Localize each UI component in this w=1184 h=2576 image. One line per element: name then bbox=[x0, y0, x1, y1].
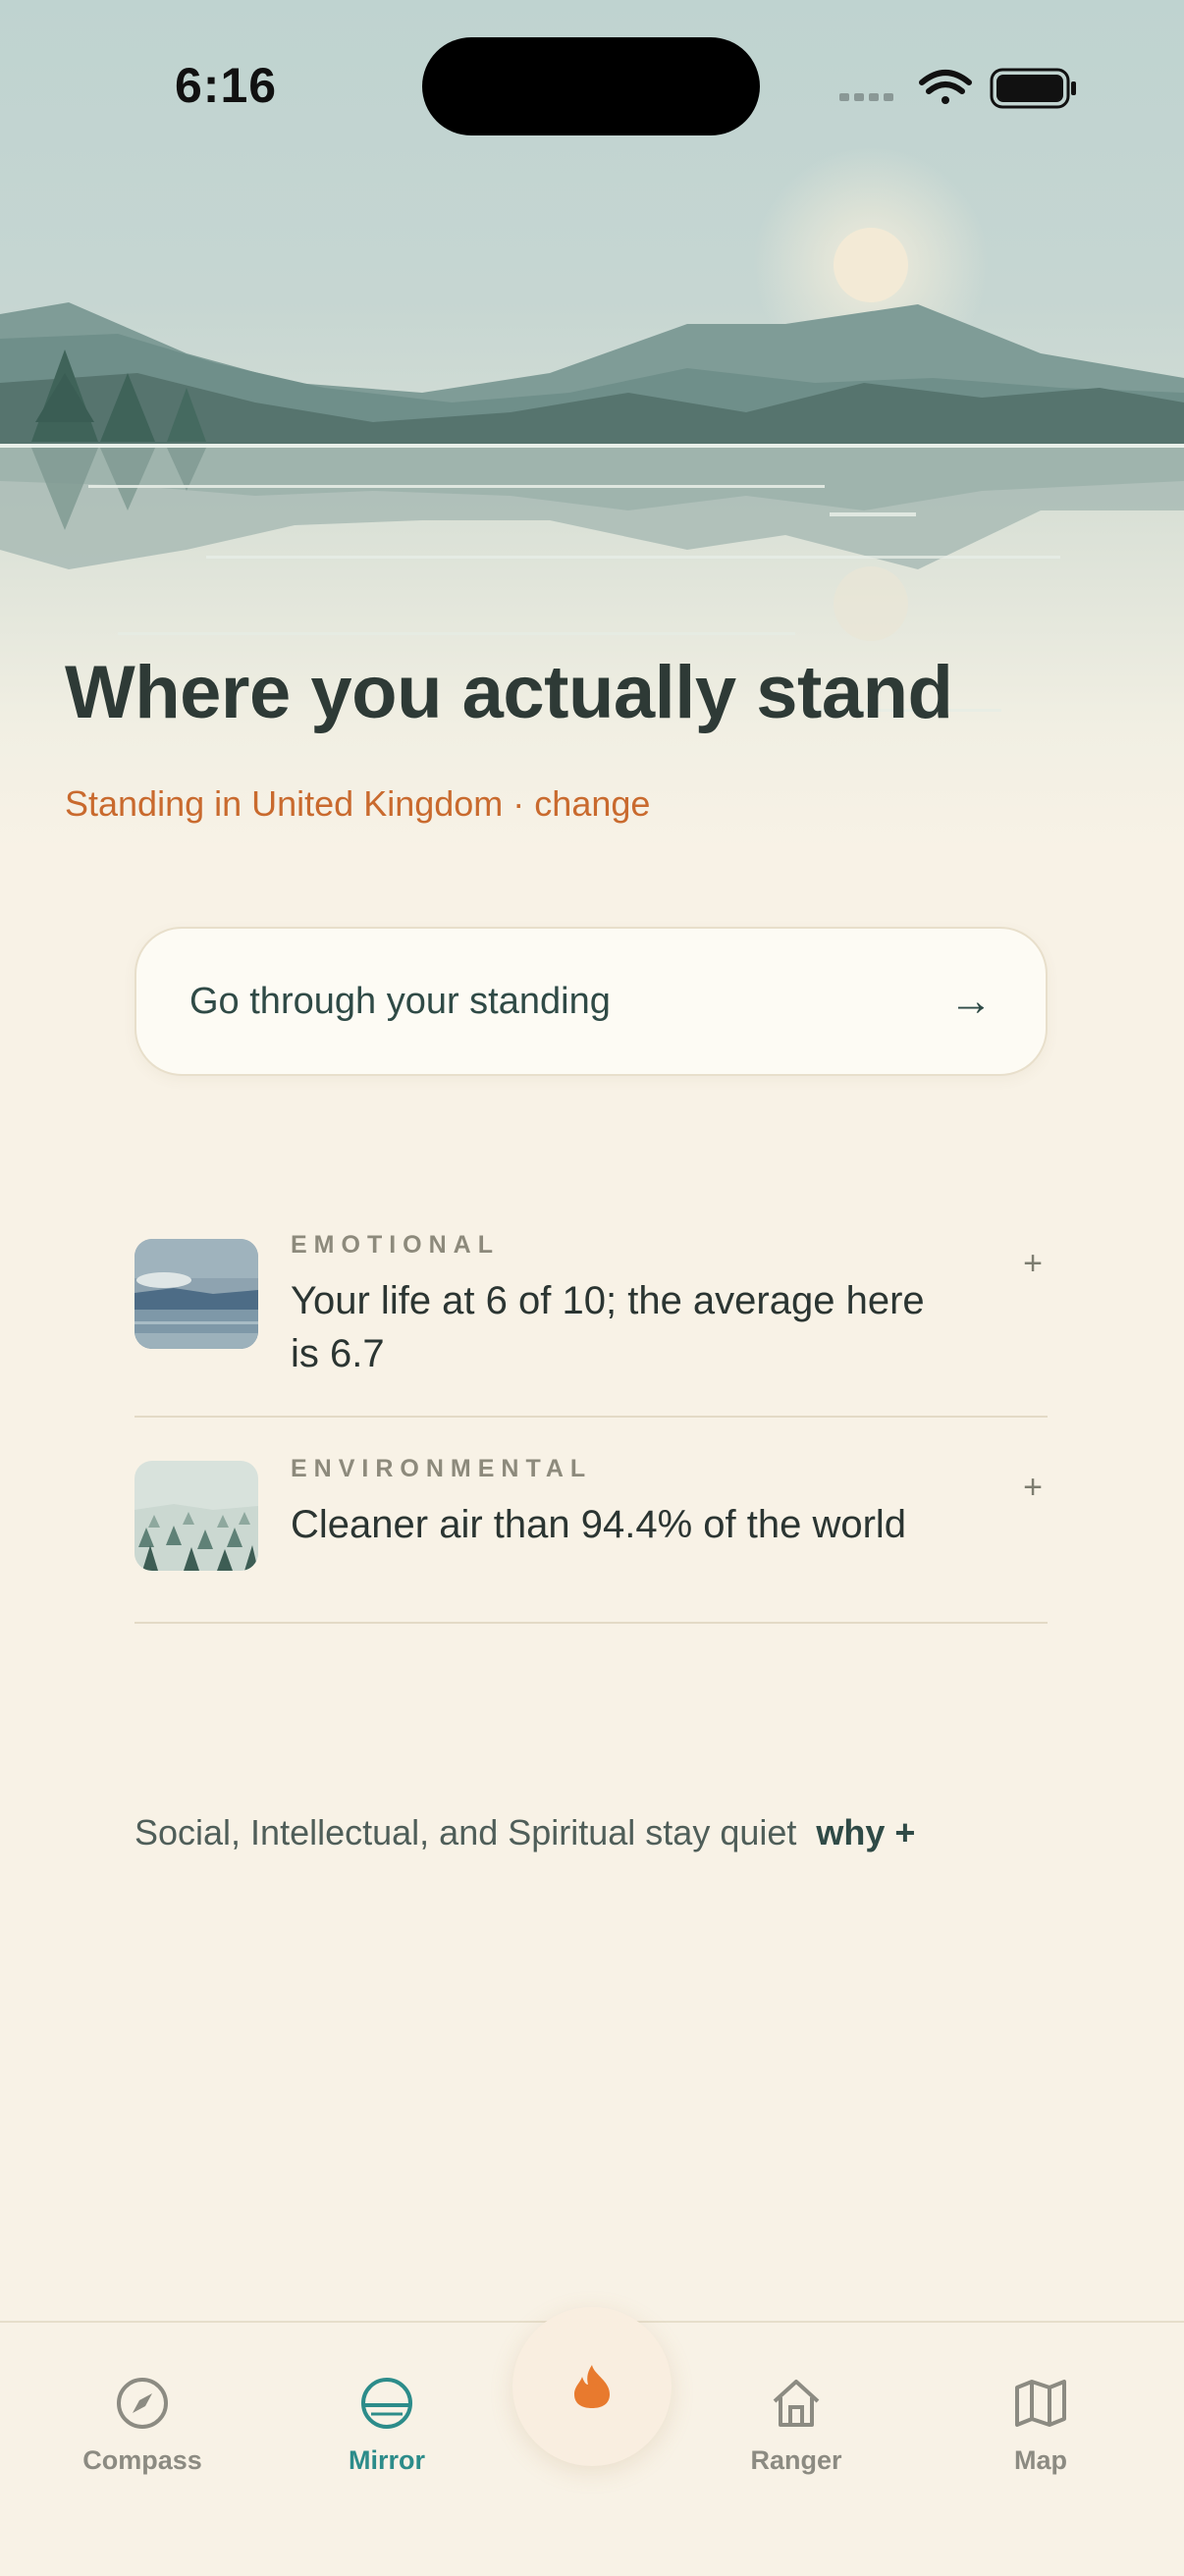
tab-label: Compass bbox=[82, 2445, 202, 2475]
expand-icon[interactable]: + bbox=[1018, 1469, 1048, 1507]
status-icons bbox=[839, 68, 1076, 109]
cellular-signal-icon bbox=[839, 93, 893, 101]
location-line: Standing in United Kingdom · change bbox=[65, 783, 650, 825]
location-separator: · bbox=[503, 783, 535, 824]
tab-label: Ranger bbox=[750, 2445, 842, 2475]
standing-item-emotional[interactable]: EMOTIONAL Your life at 6 of 10; the aver… bbox=[135, 1231, 1048, 1418]
expand-icon[interactable]: + bbox=[1018, 1245, 1048, 1283]
mirror-icon bbox=[361, 2378, 412, 2429]
pine-forest-thumbnail bbox=[135, 1461, 258, 1571]
standing-list: EMOTIONAL Your life at 6 of 10; the aver… bbox=[135, 1231, 1048, 1624]
cta-label: Go through your standing bbox=[189, 980, 611, 1022]
wifi-icon bbox=[919, 70, 972, 104]
standing-item-environmental[interactable]: ENVIRONMENTAL Cleaner air than 94.4% of … bbox=[135, 1418, 1048, 1624]
standing-statement: Cleaner air than 94.4% of the world bbox=[291, 1503, 907, 1546]
tab-compass[interactable]: Compass bbox=[54, 2376, 231, 2476]
map-icon bbox=[1015, 2380, 1066, 2427]
category-label: EMOTIONAL bbox=[291, 1231, 500, 1259]
lake-landscape-thumbnail bbox=[135, 1239, 258, 1349]
status-bar: 6:16 bbox=[0, 0, 1184, 167]
quiet-note-text: Social, Intellectual, and Spiritual stay… bbox=[135, 1812, 797, 1852]
standing-statement: Your life at 6 of 10; the average here i… bbox=[291, 1279, 925, 1375]
tab-ranger[interactable]: Ranger bbox=[708, 2376, 885, 2476]
home-icon bbox=[773, 2380, 820, 2427]
go-through-standing-button[interactable]: Go through your standing → bbox=[135, 927, 1048, 1076]
battery-icon bbox=[990, 68, 1076, 109]
tab-mirror[interactable]: Mirror bbox=[298, 2376, 475, 2476]
change-location-link[interactable]: change bbox=[534, 783, 650, 824]
location-label: Standing in United Kingdom bbox=[65, 783, 504, 824]
status-time: 6:16 bbox=[175, 58, 278, 113]
tab-label: Mirror bbox=[348, 2445, 425, 2475]
flame-icon bbox=[574, 2365, 610, 2408]
dynamic-island bbox=[422, 37, 760, 135]
flame-button[interactable] bbox=[512, 2307, 672, 2466]
tab-map[interactable]: Map bbox=[952, 2376, 1129, 2476]
arrow-right-icon: → bbox=[949, 977, 993, 1025]
page-title: Where you actually stand bbox=[65, 651, 953, 734]
tab-label: Map bbox=[1014, 2445, 1067, 2475]
quiet-dimensions-note: Social, Intellectual, and Spiritual stay… bbox=[135, 1812, 915, 1853]
compass-icon bbox=[117, 2378, 168, 2429]
category-label: ENVIRONMENTAL bbox=[291, 1455, 593, 1482]
why-link[interactable]: why + bbox=[816, 1812, 915, 1852]
